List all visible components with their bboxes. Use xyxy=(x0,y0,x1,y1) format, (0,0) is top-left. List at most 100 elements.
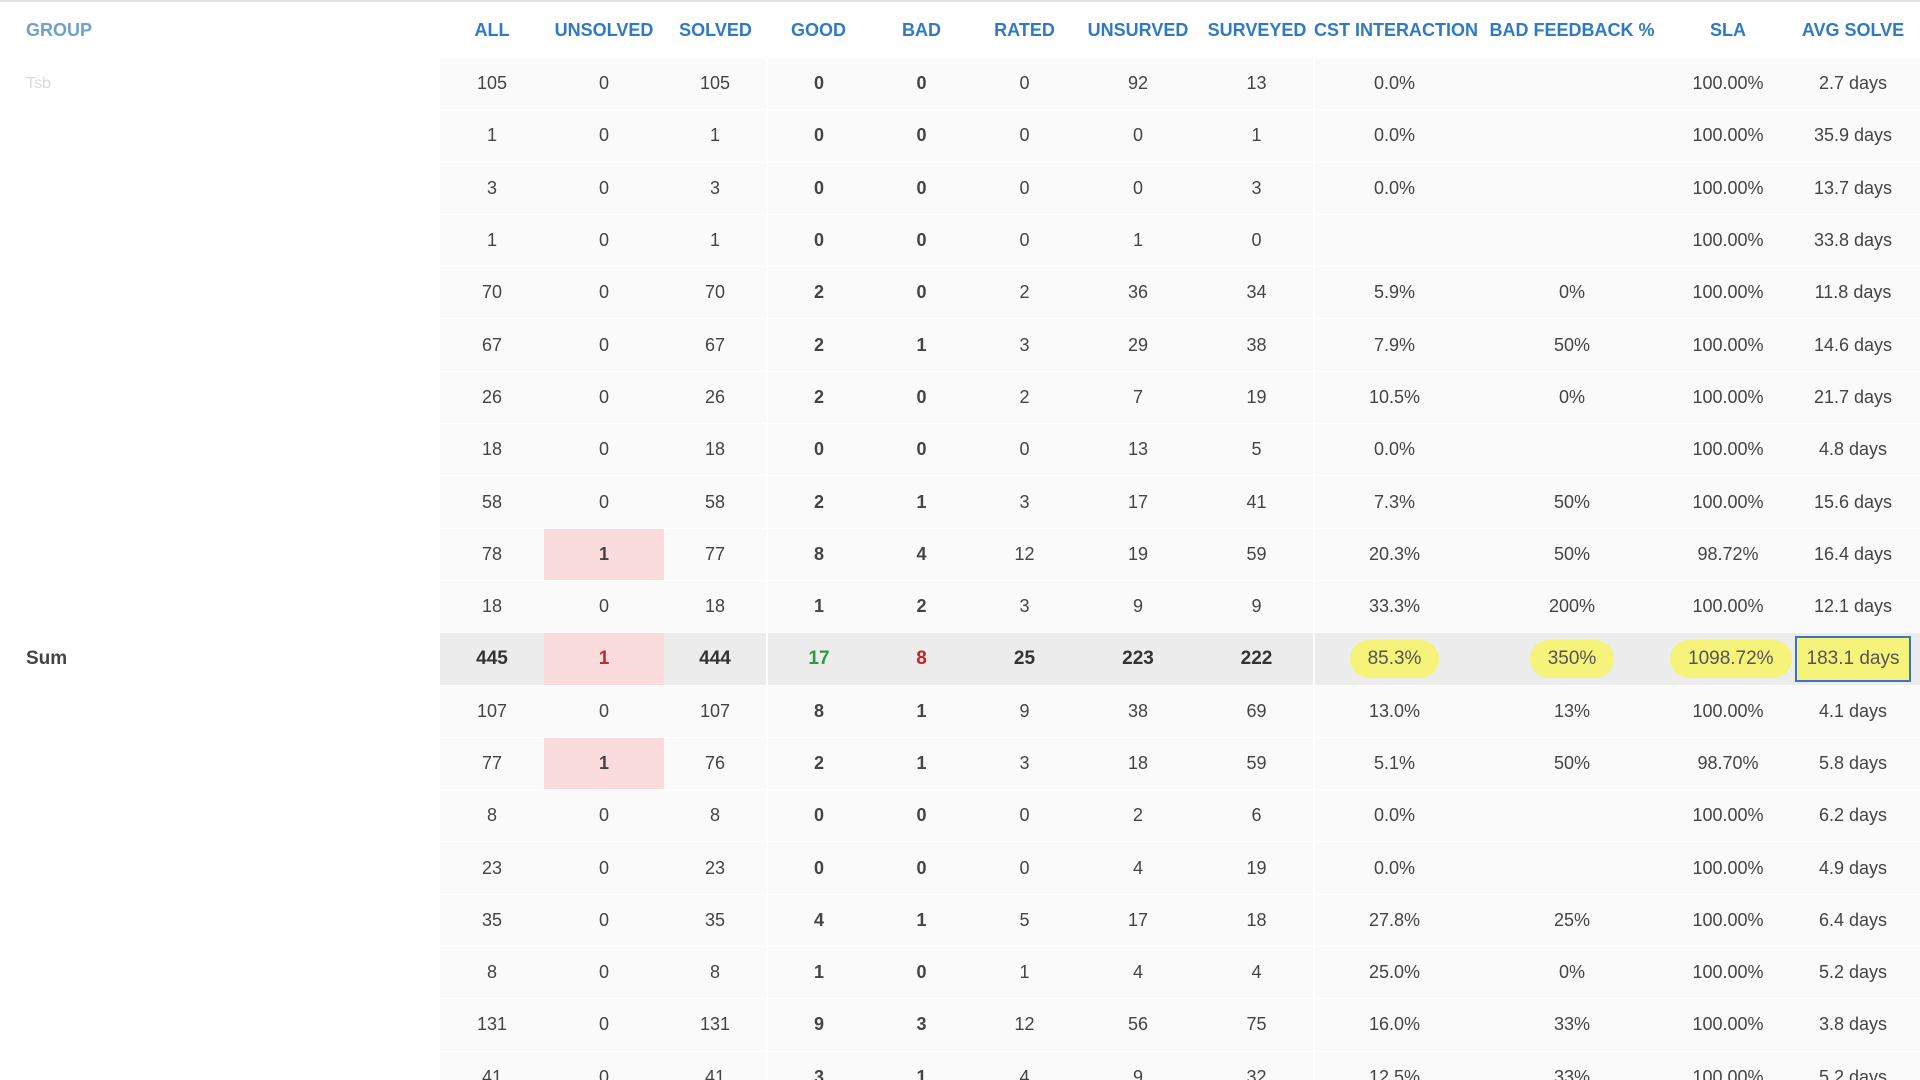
surveyed-cell[interactable]: 75 xyxy=(1200,998,1315,1052)
surveyed-cell[interactable]: 59 xyxy=(1200,528,1315,581)
all-cell[interactable]: 18 xyxy=(440,423,544,477)
bad-feedback-cell[interactable]: 200% xyxy=(1474,580,1670,634)
bad-feedback-cell[interactable]: 50% xyxy=(1474,318,1670,372)
avg-solve-cell[interactable]: 4.1 days xyxy=(1786,685,1920,738)
unsurved-cell[interactable]: 18 xyxy=(1076,737,1200,791)
bad-cell[interactable]: 1 xyxy=(870,737,973,791)
rated-cell[interactable]: 12 xyxy=(973,528,1076,581)
cst-cell[interactable]: 0.0% xyxy=(1314,162,1474,215)
sla-cell[interactable]: 100.00% xyxy=(1670,946,1786,1000)
cst-cell[interactable]: 27.8% xyxy=(1314,894,1474,948)
unsurved-cell[interactable]: 56 xyxy=(1076,998,1200,1052)
group-cell[interactable] xyxy=(0,580,440,634)
unsolved-cell[interactable]: 0 xyxy=(544,894,664,948)
group-cell[interactable] xyxy=(0,266,440,320)
all-cell[interactable]: 70 xyxy=(440,266,544,320)
unsurved-cell[interactable]: 17 xyxy=(1076,894,1200,948)
cst-cell[interactable]: 7.3% xyxy=(1314,475,1474,529)
all-cell[interactable]: 3 xyxy=(440,162,544,215)
sla-cell[interactable]: 100.00% xyxy=(1670,109,1786,163)
good-cell[interactable]: 1 xyxy=(767,946,870,1000)
table-row[interactable]: 18 0 18 1 2 3 9 9 33.3% 200% 100.00% 12.1 days xyxy=(0,580,1920,634)
rated-cell[interactable]: 25 xyxy=(973,632,1076,686)
table-row[interactable]: 78 1 77 8 4 12 19 59 20.3% 50% 98.72% 16.4 days xyxy=(0,528,1920,581)
avg-solve-cell[interactable]: 13.7 days xyxy=(1786,162,1920,215)
avg-solve-cell[interactable]: 21.7 days xyxy=(1786,371,1920,425)
surveyed-cell[interactable]: 69 xyxy=(1200,685,1315,738)
unsolved-cell[interactable]: 0 xyxy=(544,109,664,163)
group-cell[interactable] xyxy=(0,109,440,163)
sla-cell[interactable]: 100.00% xyxy=(1670,894,1786,948)
surveyed-cell[interactable]: 1 xyxy=(1200,109,1315,163)
surveyed-cell[interactable]: 59 xyxy=(1200,737,1315,791)
unsurved-cell[interactable]: 29 xyxy=(1076,318,1200,372)
avg-solve-cell[interactable]: 5.2 days xyxy=(1786,946,1920,1000)
column-header-bad-feedback[interactable]: BAD FEEDBACK % xyxy=(1474,2,1670,58)
solved-cell[interactable]: 35 xyxy=(664,894,768,948)
column-header-solved[interactable]: SOLVED xyxy=(664,2,767,58)
sla-cell[interactable]: 100.00% xyxy=(1670,423,1786,477)
cst-cell[interactable]: 5.1% xyxy=(1314,737,1474,791)
unsurved-cell[interactable]: 9 xyxy=(1076,1051,1200,1080)
bad-cell[interactable]: 1 xyxy=(870,894,973,948)
unsolved-cell[interactable]: 1 xyxy=(544,737,664,791)
sla-cell[interactable]: 100.00% xyxy=(1670,998,1786,1052)
unsolved-cell[interactable]: 0 xyxy=(544,371,664,425)
rated-cell[interactable]: 3 xyxy=(973,580,1076,634)
sla-cell[interactable]: 100.00% xyxy=(1670,685,1786,738)
column-header-avg-solve[interactable]: AVG SOLVE xyxy=(1786,2,1920,58)
solved-cell[interactable]: 105 xyxy=(664,58,768,111)
unsurved-cell[interactable]: 9 xyxy=(1076,580,1200,634)
column-header-good[interactable]: GOOD xyxy=(767,2,870,58)
avg-solve-cell[interactable]: 5.8 days xyxy=(1786,737,1920,791)
avg-solve-cell[interactable]: 12.1 days xyxy=(1786,580,1920,634)
bad-cell[interactable]: 0 xyxy=(870,266,973,320)
table-row[interactable]: 18 0 18 0 0 0 13 5 0.0% 100.00% 4.8 days xyxy=(0,423,1920,477)
solved-cell[interactable]: 8 xyxy=(664,946,768,1000)
table-row[interactable]: 8 0 8 1 0 1 4 4 25.0% 0% 100.00% 5.2 days xyxy=(0,946,1920,1000)
surveyed-cell[interactable]: 19 xyxy=(1200,371,1315,425)
unsolved-cell[interactable]: 0 xyxy=(544,946,664,1000)
solved-cell[interactable]: 77 xyxy=(664,528,768,581)
avg-solve-cell[interactable]: 5.2 days xyxy=(1786,1051,1920,1080)
bad-cell[interactable]: 1 xyxy=(870,1051,973,1080)
cst-cell[interactable]: 0.0% xyxy=(1314,58,1474,111)
all-cell[interactable]: 23 xyxy=(440,841,544,895)
good-cell[interactable]: 3 xyxy=(767,1051,870,1080)
avg-solve-cell[interactable]: 11.8 days xyxy=(1786,266,1920,320)
sla-cell[interactable]: 100.00% xyxy=(1670,214,1786,268)
unsurved-cell[interactable]: 223 xyxy=(1076,632,1200,686)
bad-feedback-cell[interactable]: 25% xyxy=(1474,894,1670,948)
group-cell[interactable] xyxy=(0,371,440,425)
all-cell[interactable]: 1 xyxy=(440,214,544,268)
bad-feedback-cell[interactable]: 50% xyxy=(1474,737,1670,791)
unsurved-cell[interactable]: 0 xyxy=(1076,162,1200,215)
surveyed-cell[interactable]: 0 xyxy=(1200,214,1315,268)
unsolved-cell[interactable]: 0 xyxy=(544,1051,664,1080)
group-cell[interactable] xyxy=(0,737,440,791)
solved-cell[interactable]: 3 xyxy=(664,162,768,215)
good-cell[interactable]: 9 xyxy=(767,998,870,1052)
group-cell[interactable] xyxy=(0,894,440,948)
good-cell[interactable]: 0 xyxy=(767,109,870,163)
good-cell[interactable]: 2 xyxy=(767,475,870,529)
bad-cell[interactable]: 2 xyxy=(870,580,973,634)
all-cell[interactable]: 18 xyxy=(440,580,544,634)
column-header-unsurved[interactable]: UNSURVED xyxy=(1076,2,1200,58)
column-header-unsolved[interactable]: UNSOLVED xyxy=(544,2,664,58)
column-header-rated[interactable]: RATED xyxy=(973,2,1076,58)
cst-cell[interactable]: 85.3% xyxy=(1314,632,1474,686)
sla-cell[interactable]: 100.00% xyxy=(1670,580,1786,634)
cst-cell[interactable]: 5.9% xyxy=(1314,266,1474,320)
solved-cell[interactable]: 8 xyxy=(664,789,768,843)
rated-cell[interactable]: 0 xyxy=(973,423,1076,477)
avg-solve-cell[interactable]: 16.4 days xyxy=(1786,528,1920,581)
cst-cell[interactable]: 0.0% xyxy=(1314,423,1474,477)
surveyed-cell[interactable]: 222 xyxy=(1200,632,1315,686)
bad-feedback-cell[interactable]: 33% xyxy=(1474,1051,1670,1080)
unsolved-cell[interactable]: 1 xyxy=(544,528,664,581)
sla-cell[interactable]: 100.00% xyxy=(1670,58,1786,111)
unsurved-cell[interactable]: 19 xyxy=(1076,528,1200,581)
solved-cell[interactable]: 1 xyxy=(664,214,768,268)
solved-cell[interactable]: 58 xyxy=(664,475,768,529)
